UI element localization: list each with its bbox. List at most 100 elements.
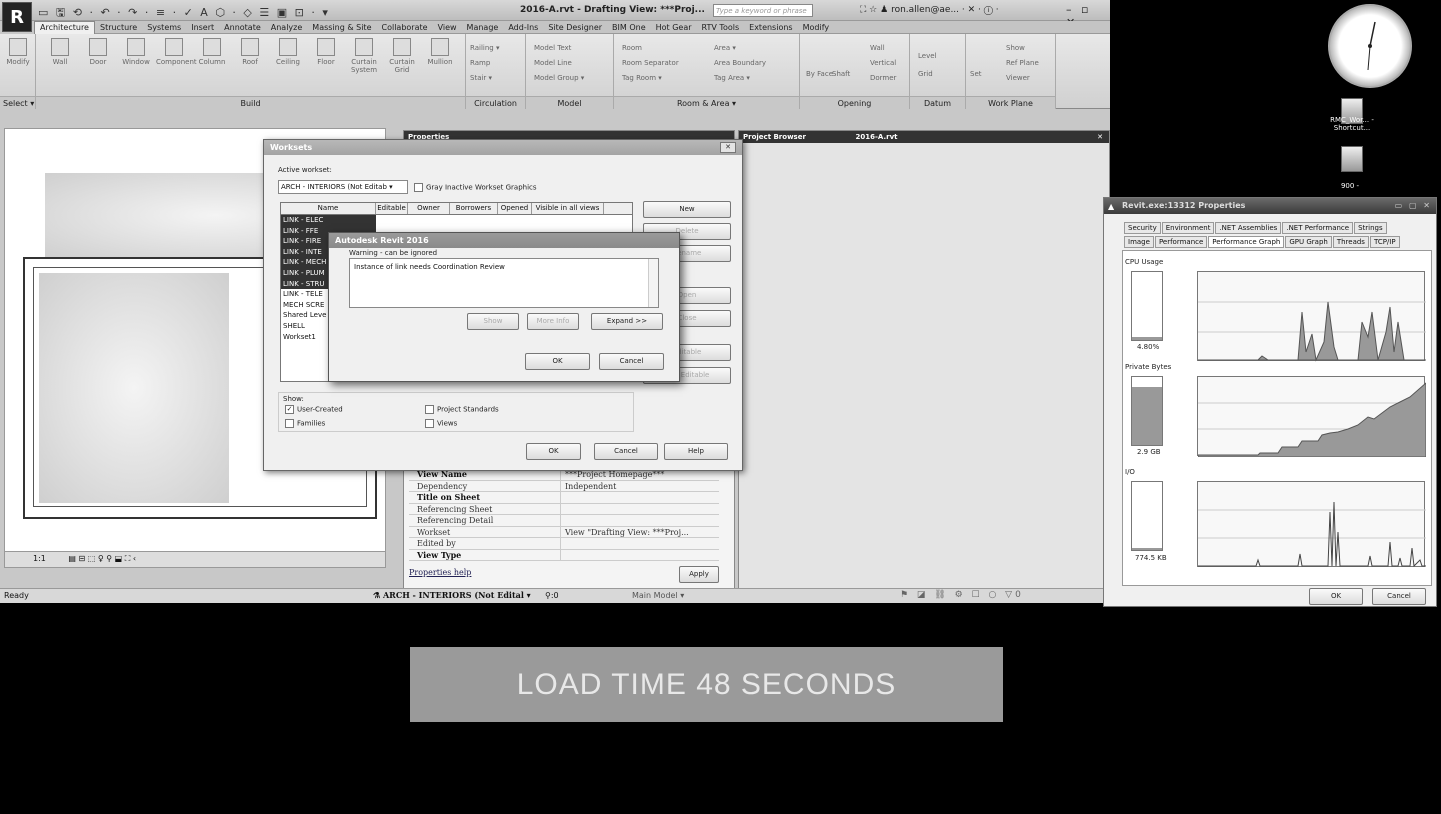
property-row[interactable]: Referencing Detail	[409, 515, 719, 527]
show-button[interactable]: Show	[1006, 44, 1025, 52]
ok-button[interactable]: OK	[526, 443, 581, 460]
checkbox-icon[interactable]	[414, 183, 423, 192]
tab-performance[interactable]: Performance	[1154, 236, 1208, 248]
families-checkbox[interactable]: Families	[285, 419, 325, 428]
properties-help-link[interactable]: Properties help	[409, 568, 471, 577]
model-text-button[interactable]: Model Text	[534, 44, 571, 52]
user-area[interactable]: ⛶ ☆ ♟ ron.allen@ae... · ✕ · ⓘ ·	[860, 5, 999, 15]
roof-button[interactable]: Roof	[232, 34, 268, 66]
column-header[interactable]: Opened	[498, 203, 532, 214]
room-separator-button[interactable]: Room Separator	[622, 59, 679, 67]
shaft-button[interactable]: Shaft	[832, 70, 850, 78]
expand-button[interactable]: Expand >>	[591, 313, 663, 330]
property-row[interactable]: View Type	[409, 549, 719, 561]
tab-systems[interactable]: Systems	[142, 22, 186, 34]
cancel-button[interactable]: Cancel	[599, 353, 664, 370]
property-value[interactable]	[561, 515, 719, 526]
area-button[interactable]: Area ▾	[714, 44, 736, 52]
user-name[interactable]: ron.allen@ae...	[891, 5, 959, 15]
property-value[interactable]: View "Drafting View: ***Proj...	[561, 527, 719, 538]
column-header[interactable]: Editable	[376, 203, 408, 214]
ok-button[interactable]: OK	[1309, 588, 1363, 605]
tab-architecture[interactable]: Architecture	[34, 21, 95, 34]
tab-gpu-graph[interactable]: GPU Graph	[1285, 236, 1332, 248]
wall-opening-button[interactable]: Wall	[870, 44, 885, 52]
railing-button[interactable]: Railing ▾	[470, 44, 499, 52]
room-area-label[interactable]: Room & Area ▾	[614, 96, 799, 109]
tab-manage[interactable]: Manage	[462, 22, 504, 34]
dormer-button[interactable]: Dormer	[870, 74, 896, 82]
show-button[interactable]: Show	[467, 313, 519, 330]
checkbox-icon[interactable]	[425, 405, 434, 414]
cancel-button[interactable]: Cancel	[594, 443, 658, 460]
column-header[interactable]: Name	[281, 203, 376, 214]
workset-row[interactable]: LINK - ELEC	[281, 215, 376, 226]
window-button[interactable]: Window	[118, 34, 154, 66]
modify-button[interactable]: Modify	[3, 34, 33, 66]
checkbox-icon[interactable]	[425, 419, 434, 428]
tab-security[interactable]: Security	[1124, 222, 1161, 234]
tab-tcp-ip[interactable]: TCP/IP	[1369, 236, 1400, 248]
close-button[interactable]: ✕	[720, 142, 736, 153]
tab-analyze[interactable]: Analyze	[266, 22, 308, 34]
editable-only-count[interactable]: ⚲:0	[545, 591, 559, 600]
column-header[interactable]: Owner	[408, 203, 450, 214]
component-button[interactable]: Component	[156, 34, 197, 66]
tab-collaborate[interactable]: Collaborate	[377, 22, 433, 34]
column-header[interactable]: Borrowers	[450, 203, 498, 214]
ref-plane-button[interactable]: Ref Plane	[1006, 59, 1039, 67]
views-checkbox[interactable]: Views	[425, 419, 457, 428]
window-controls[interactable]: ▭ ▢ ✕	[1395, 198, 1432, 214]
property-value[interactable]	[561, 538, 719, 549]
property-row[interactable]: Workset View "Drafting View: ***Proj...	[409, 526, 719, 538]
tab--net-performance[interactable]: .NET Performance	[1282, 222, 1354, 234]
property-row[interactable]: Referencing Sheet	[409, 503, 719, 515]
stair-button[interactable]: Stair ▾	[470, 74, 492, 82]
viewer-button[interactable]: Viewer	[1006, 74, 1030, 82]
tab-insert[interactable]: Insert	[186, 22, 219, 34]
tab-hot-gear[interactable]: Hot Gear	[651, 22, 697, 34]
set-button[interactable]: Set	[970, 70, 982, 78]
folder-icon[interactable]	[1341, 146, 1363, 172]
tab--net-assemblies[interactable]: .NET Assemblies	[1215, 222, 1282, 234]
level-button[interactable]: Level	[918, 52, 936, 60]
tab-image[interactable]: Image	[1124, 236, 1154, 248]
tab-modify[interactable]: Modify	[798, 22, 835, 34]
property-value[interactable]: Independent	[561, 481, 719, 492]
ok-button[interactable]: OK	[525, 353, 590, 370]
property-value[interactable]	[561, 550, 719, 561]
close-icon[interactable]: ✕	[1097, 131, 1103, 143]
room-button[interactable]: Room	[622, 44, 642, 52]
tab-environment[interactable]: Environment	[1161, 222, 1215, 234]
grid-button[interactable]: Grid	[918, 70, 933, 78]
active-workset-dropdown[interactable]: ARCH - INTERIORS (Not Editab ▾	[278, 180, 408, 194]
active-workset-selector[interactable]: ⚗ ARCH - INTERIORS (Not Edital ▾	[373, 590, 531, 600]
search-input[interactable]: Type a keyword or phrase	[713, 4, 813, 17]
tab-structure[interactable]: Structure	[95, 22, 142, 34]
user-created-checkbox[interactable]: ✓ User-Created	[285, 405, 343, 414]
tag-area-button[interactable]: Tag Area ▾	[714, 74, 750, 82]
checkbox-checked-icon[interactable]: ✓	[285, 405, 294, 414]
tab-add-ins[interactable]: Add-Ins	[503, 22, 543, 34]
view-control-icons[interactable]: ▤ ⊟ ⬚ ♀ ⚲ ⬓ ⛶ ‹	[68, 554, 136, 563]
select-dropdown[interactable]: Select ▾	[0, 96, 35, 109]
mullion-button[interactable]: Mullion	[422, 34, 458, 66]
checkbox-icon[interactable]	[285, 419, 294, 428]
cancel-button[interactable]: Cancel	[1372, 588, 1426, 605]
tab-rtv-tools[interactable]: RTV Tools	[697, 22, 745, 34]
tab-annotate[interactable]: Annotate	[219, 22, 266, 34]
floor-button[interactable]: Floor	[308, 34, 344, 66]
door-button[interactable]: Door	[80, 34, 116, 66]
by-face-button[interactable]: By Face	[806, 70, 833, 78]
curtain-grid-button[interactable]: Curtain Grid	[384, 34, 420, 74]
scrollbar[interactable]	[648, 259, 658, 307]
ramp-button[interactable]: Ramp	[470, 59, 490, 67]
tab-strings[interactable]: Strings	[1354, 222, 1387, 234]
project-standards-checkbox[interactable]: Project Standards	[425, 405, 499, 414]
area-boundary-button[interactable]: Area Boundary	[714, 59, 766, 67]
vertical-button[interactable]: Vertical	[870, 59, 896, 67]
property-value[interactable]	[561, 504, 719, 515]
selection-filter-icons[interactable]: ⚑ ◪ ⛓ ⚙ ☐ ○ ▽0	[900, 590, 1024, 600]
tab-extensions[interactable]: Extensions	[744, 22, 797, 34]
tab-site-designer[interactable]: Site Designer	[543, 22, 607, 34]
